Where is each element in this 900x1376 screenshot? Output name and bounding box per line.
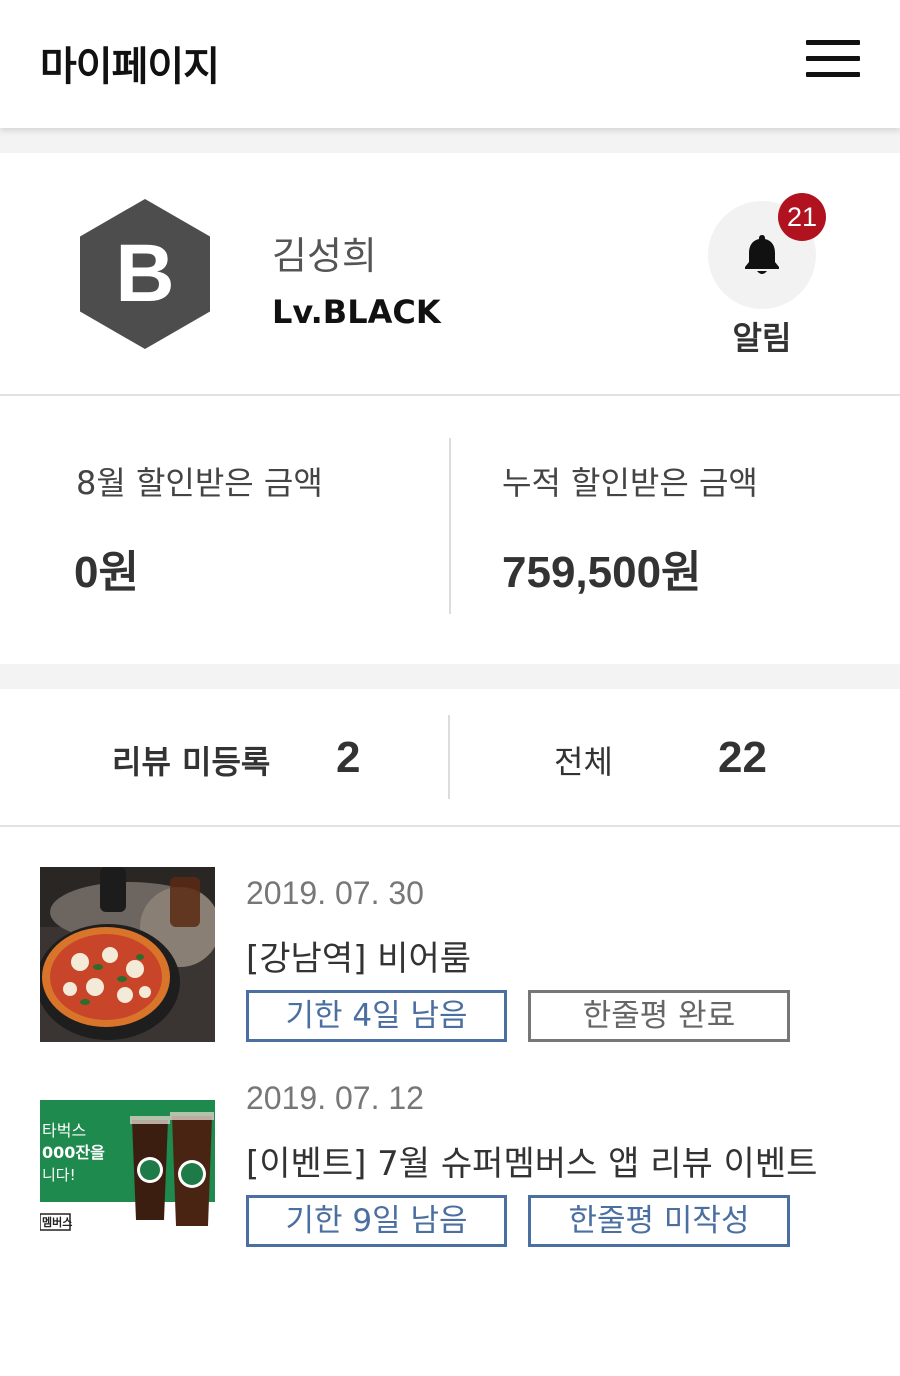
discount-summary: 8월 할인받은 금액 0원 누적 할인받은 금액 759,500원 [0, 396, 900, 664]
user-name: 김성희 [272, 234, 377, 278]
event-banner-thumbnail[interactable]: 타벅스 000잔을 니다! 멤버스 [40, 1072, 215, 1247]
filter-unregistered-count[interactable]: 2 [336, 733, 360, 783]
deadline-button[interactable]: 기한 9일 남음 [246, 1195, 507, 1247]
month-discount-label: 8월 할인받은 금액 [76, 464, 323, 502]
banner-text-3: 니다! [42, 1166, 76, 1184]
hamburger-menu-icon[interactable] [806, 40, 860, 78]
total-discount-label: 누적 할인받은 금액 [502, 464, 758, 502]
review-date: 2019. 07. 12 [246, 1080, 424, 1116]
filter-unregistered-label[interactable]: 리뷰 미등록 [112, 737, 270, 783]
page-title: 마이페이지 [40, 44, 220, 90]
banner-text-2: 000잔을 [42, 1143, 105, 1162]
section-divider [0, 128, 900, 153]
review-filter-bar: 리뷰 미등록 2 전체 22 [0, 689, 900, 827]
review-date: 2019. 07. 30 [246, 875, 424, 911]
banner-text-4: 멤버스 [42, 1215, 72, 1229]
notification-count-badge: 21 [778, 193, 826, 241]
total-discount-value: 759,500원 [502, 548, 702, 597]
review-title[interactable]: [이벤트] 7월 슈퍼멤버스 앱 리뷰 이벤트 [246, 1136, 817, 1185]
column-divider [448, 715, 450, 799]
level-badge-icon: B [80, 199, 210, 349]
column-divider [449, 438, 451, 614]
month-discount-value: 0원 [74, 548, 139, 597]
badge-letter: B [115, 228, 174, 319]
review-title[interactable]: [강남역] 비어룸 [246, 931, 471, 980]
filter-all-label[interactable]: 전체 [554, 737, 613, 783]
bell-icon [745, 235, 779, 274]
oneline-review-status-button[interactable]: 한줄평 미작성 [528, 1195, 790, 1247]
review-list-item[interactable]: 타벅스 000잔을 니다! 멤버스 2019. 07. 12 [이벤트] 7월 … [0, 1072, 900, 1252]
app-header: 마이페이지 [0, 0, 900, 128]
profile-section: B 김성희 Lv.BLACK 21 알림 [0, 153, 900, 396]
banner-text-1: 타벅스 [42, 1121, 86, 1140]
section-divider [0, 664, 900, 689]
user-level: Lv.BLACK [272, 293, 441, 331]
deadline-button[interactable]: 기한 4일 남음 [246, 990, 507, 1042]
oneline-review-status-button[interactable]: 한줄평 완료 [528, 990, 790, 1042]
review-list-item[interactable]: 2019. 07. 30 [강남역] 비어룸 기한 4일 남음 한줄평 완료 [0, 867, 900, 1047]
pizza-thumbnail[interactable] [40, 867, 215, 1042]
filter-all-count[interactable]: 22 [718, 733, 767, 783]
notification-label[interactable]: 알림 [708, 313, 816, 359]
